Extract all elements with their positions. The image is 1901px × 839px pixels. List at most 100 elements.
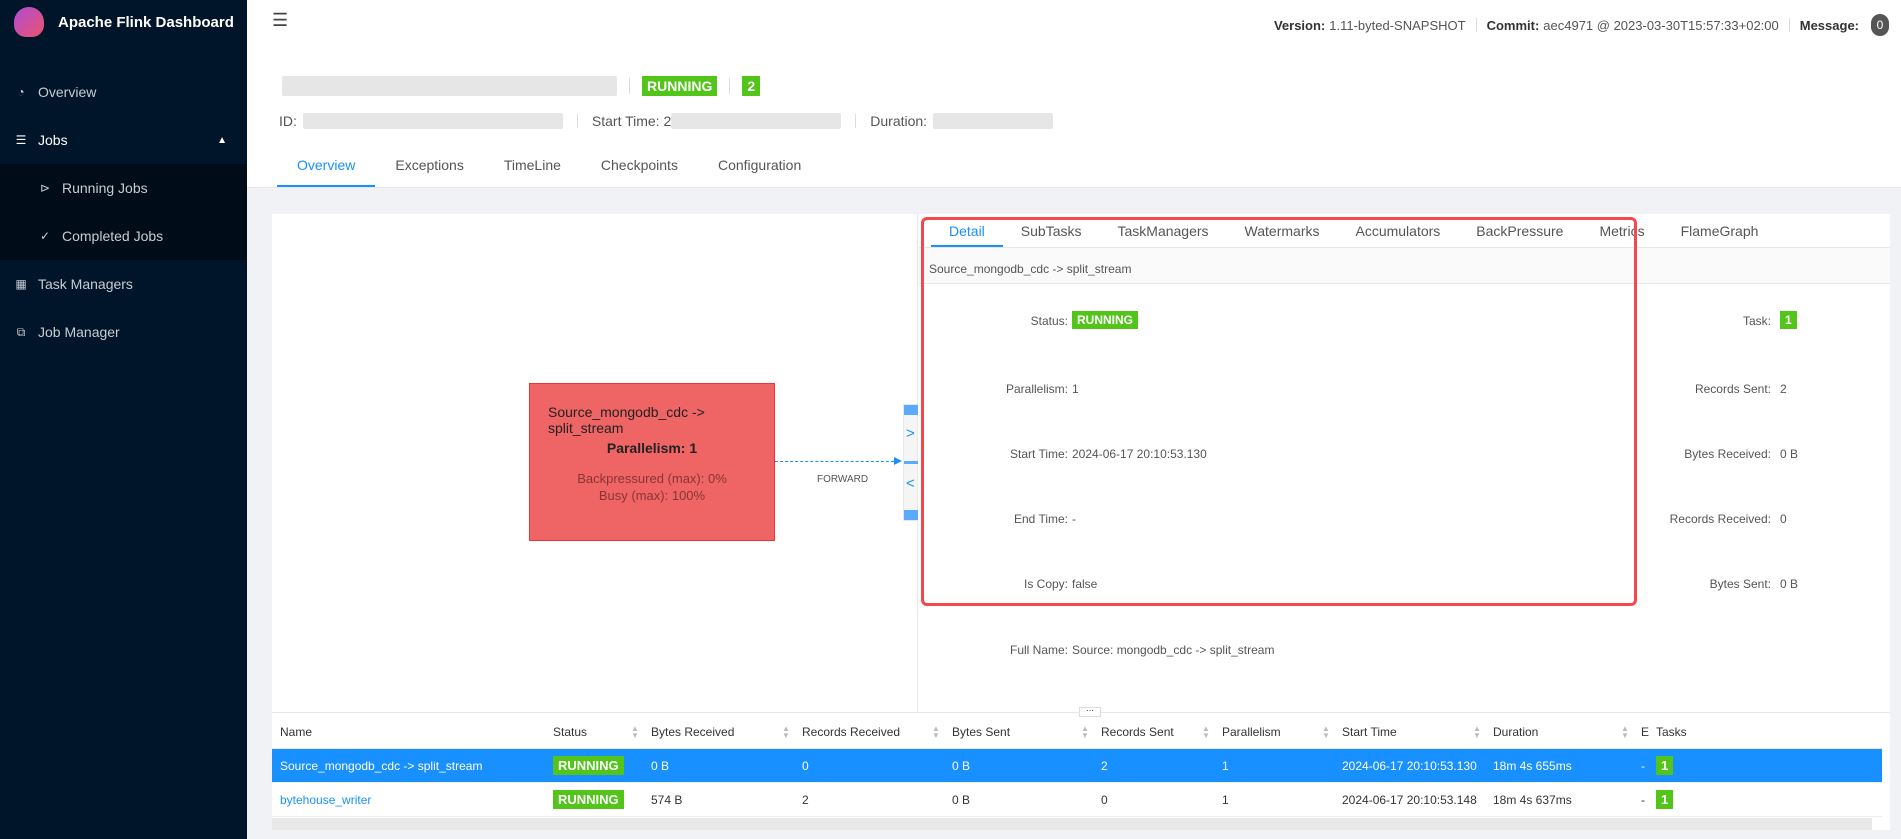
horizontal-scrollbar[interactable] [272,818,1872,830]
column-header[interactable]: Duration [1493,725,1538,739]
sidebar-item-running-jobs[interactable]: ⊳ Running Jobs [0,164,247,212]
version-info: Version: 1.11-byted-SNAPSHOT Commit: aec49… [1274,14,1889,36]
chevron-right-icon[interactable]: > [906,425,915,442]
chevron-up-icon: ▲ [217,134,227,146]
sort-icon[interactable]: ▲ ▼ [1322,725,1330,740]
detail-row: Full Name: Source: mongodb_cdc -> split_s… [1009,643,1275,657]
sort-icon[interactable]: ▲ ▼ [1202,725,1210,740]
tab-accumulators[interactable]: Accumulators [1337,214,1458,247]
tab-detail[interactable]: Detail [931,214,1003,247]
column-header[interactable]: Records Received [802,725,900,739]
sort-icon[interactable]: ▲ ▼ [1081,725,1089,740]
column-header[interactable]: Parallelism [1222,725,1281,739]
list-icon: ☰ [15,133,27,147]
menu-fold-icon[interactable]: ☰ [272,10,288,31]
table-cell: - [1641,758,1645,773]
vertex-name-link[interactable]: bytehouse_writer [280,793,371,807]
column-header[interactable]: Name [280,725,312,739]
schedule-icon: ▦ [15,277,27,291]
sort-icon[interactable]: ▲ ▼ [782,725,790,740]
play-circle-icon: ⊳ [39,181,51,195]
vertex-detail-panel: Detail SubTasks TaskManagers Watermarks … [919,214,1890,712]
table-cell: 18m 4s 655ms [1493,758,1572,773]
tasks-badge: 1 [1656,790,1674,809]
graph-node[interactable]: Source_mongodb_cdc -> split_stream Paral… [529,383,775,541]
detail-row: Status: RUNNING Task: 1 [919,311,1839,336]
column-header[interactable]: Status [553,725,587,739]
job-name-redacted [282,76,617,96]
sort-icon[interactable]: ▲ ▼ [1621,725,1629,740]
status-badge: RUNNING [553,756,624,775]
build-icon: ⧉ [16,324,26,339]
column-header[interactable]: E [1641,725,1649,739]
tab-overview[interactable]: Overview [277,157,376,187]
duration-redacted [933,113,1054,129]
tab-exceptions[interactable]: Exceptions [375,157,483,187]
message-badge[interactable]: 0 [1871,14,1889,36]
vertex-name-link[interactable]: Source_mongodb_cdc -> split_stream [280,759,482,773]
check-circle-icon: ✓ [39,229,51,243]
tab-taskmanagers[interactable]: TaskManagers [1100,214,1227,247]
logo[interactable]: Apache Flink Dashboard [0,0,247,44]
tab-subtasks[interactable]: SubTasks [1003,214,1100,247]
sidebar-item-jobs[interactable]: ☰ Jobs ▲ [0,116,247,164]
job-graph[interactable]: Source_mongodb_cdc -> split_stream Paral… [272,214,918,712]
column-header[interactable]: Start Time [1342,725,1397,739]
status-badge: RUNNING [553,790,624,809]
panel-resize-handle[interactable]: > < [903,404,918,521]
vertex-name: Source_mongodb_cdc -> split_stream [919,248,1890,284]
tab-checkpoints[interactable]: Checkpoints [581,157,698,187]
start-time-redacted [671,113,842,129]
table-cell: 0 B [651,758,670,773]
tab-metrics[interactable]: Metrics [1581,214,1662,247]
table-cell: 2024-06-17 20:10:53.130 [1342,758,1477,773]
job-tabs: Overview Exceptions TimeLine Checkpoints… [277,157,821,187]
sort-icon[interactable]: ▲ ▼ [1473,725,1481,740]
sidebar-item-task-managers[interactable]: ▦ Task Managers [0,260,247,308]
table-cell: - [1641,792,1645,807]
job-task-count-badge: 2 [742,76,761,96]
table-row[interactable]: Source_mongodb_cdc -> split_stream RUNNIN… [272,749,1882,783]
job-status-badge: RUNNING [642,76,718,96]
table-cell: 2 [802,792,809,807]
tab-configuration[interactable]: Configuration [698,157,821,187]
table-cell: 2024-06-17 20:10:53.148 [1342,792,1477,807]
table-header: Name Status ▲ ▼ Bytes Received ▲ ▼ Records Rece… [272,716,1882,749]
sort-icon[interactable]: ▲ ▼ [631,725,639,740]
chevron-left-icon[interactable]: < [906,475,915,492]
table-cell: 574 B [651,792,683,807]
graph-edge [775,461,899,462]
job-summary: RUNNING 2 ID: Start Time: 2 Duration: Ov… [247,52,1901,188]
detail-row: End Time: - Records Received: 0 [1013,512,1787,526]
detail-tabs: Detail SubTasks TaskManagers Watermarks … [919,214,1890,248]
task-badge: 1 [1780,311,1797,329]
sidebar-item-job-manager[interactable]: ⧉ Job Manager [0,308,247,356]
column-header[interactable]: Bytes Sent [952,725,1010,739]
sidebar-item-completed-jobs[interactable]: ✓ Completed Jobs [0,212,247,260]
tasks-badge: 1 [1656,756,1674,775]
table-row[interactable]: bytehouse_writer RUNNING 574 B 2 0 B 0 1 2024-0… [272,783,1882,817]
edge-label: FORWARD [817,474,869,485]
sort-icon[interactable]: ▲ ▼ [932,725,940,740]
tab-timeline[interactable]: TimeLine [484,157,581,187]
column-header[interactable]: Bytes Received [651,725,734,739]
table-cell: 2 [1101,758,1108,773]
column-header[interactable]: Tasks [1656,725,1687,739]
top-header: ☰ Version: 1.11-byted-SNAPSHOT Commit: aec… [247,0,1901,52]
job-overview-card: Source_mongodb_cdc -> split_stream Paral… [272,214,1890,830]
table-cell: 0 B [952,758,971,773]
table-cell: 0 [802,758,809,773]
detail-row: Is Copy: false Bytes Sent: 0 B [1023,577,1799,591]
sidebar: Apache Flink Dashboard ◔ Overview ☰ Jobs ▲ … [0,0,247,839]
flink-logo-icon [14,7,44,37]
table-cell: 18m 4s 637ms [1493,792,1572,807]
sidebar-item-overview[interactable]: ◔ Overview [0,68,247,116]
tab-watermarks[interactable]: Watermarks [1227,214,1338,247]
table-cell: 1 [1222,792,1229,807]
tab-flamegraph[interactable]: FlameGraph [1663,214,1777,247]
column-header[interactable]: Records Sent [1101,725,1174,739]
job-id-redacted [302,113,563,129]
detail-row: Parallelism: 1 Records Sent: 2 [1005,382,1787,396]
edge-arrow-icon [894,457,902,465]
tab-backpressure[interactable]: BackPressure [1458,214,1581,247]
